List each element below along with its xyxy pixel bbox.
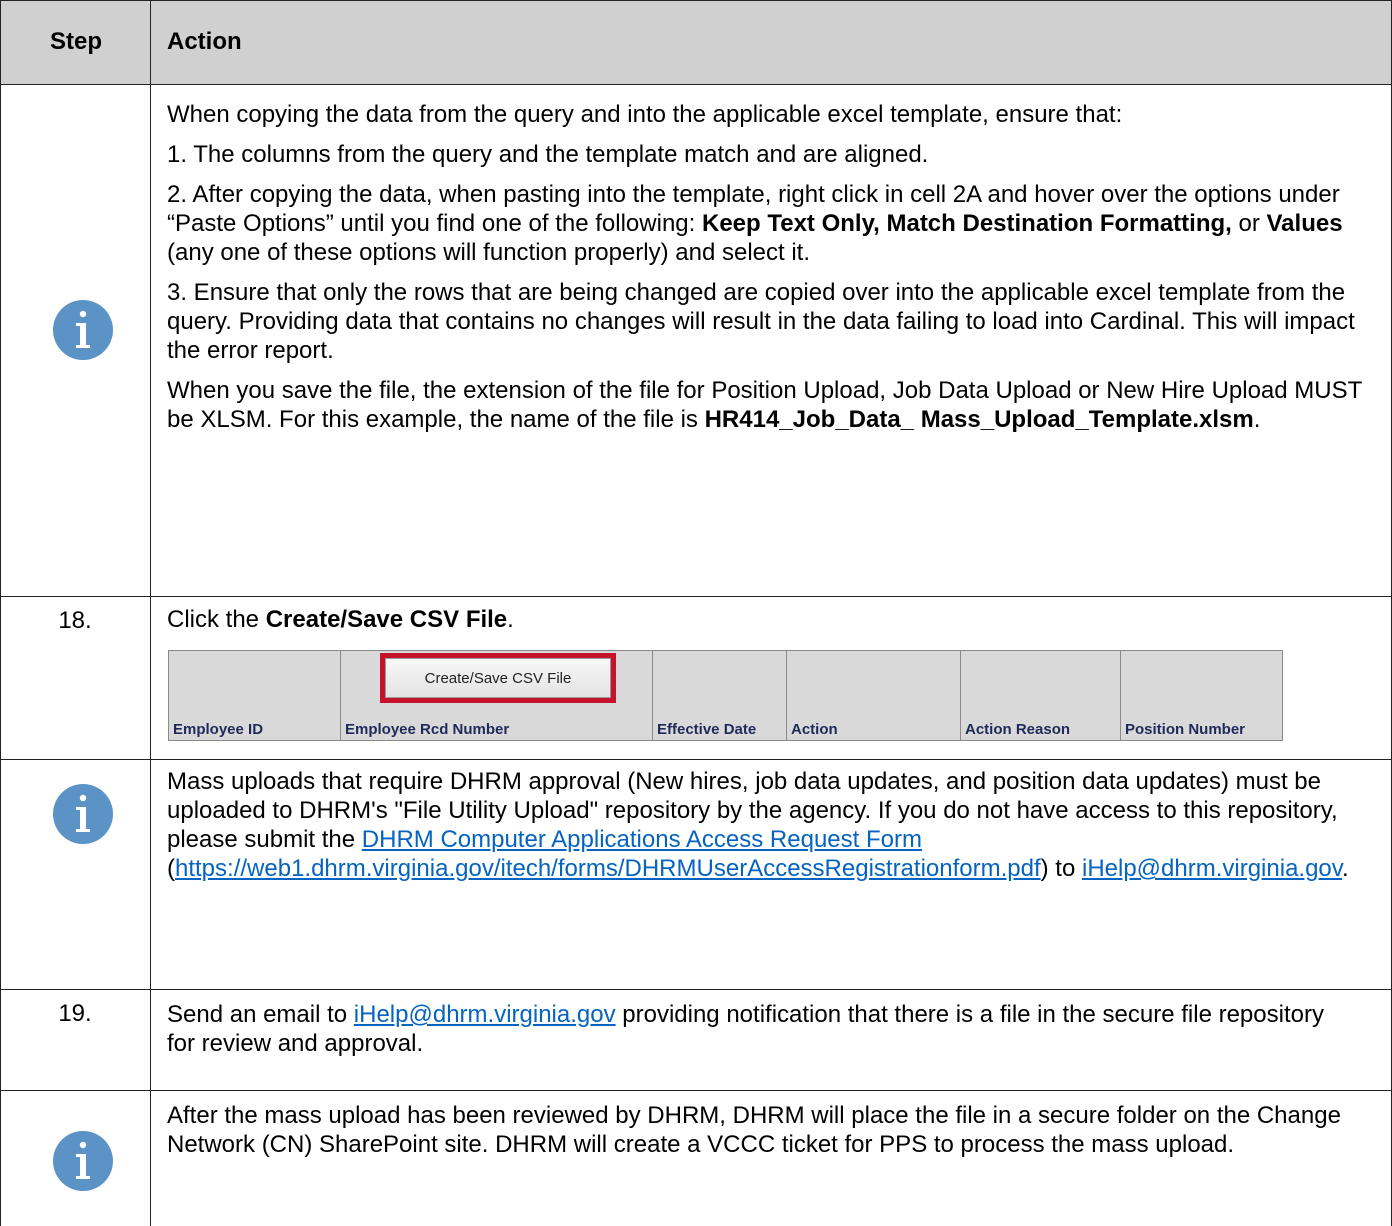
row3-action-text: Mass uploads that require DHRM approval … — [167, 768, 1349, 882]
sheet-column: Position Number — [1121, 651, 1282, 740]
sheet-column: Employee ID — [169, 651, 341, 740]
sheet-column-label: Employee Rcd Number — [345, 721, 510, 738]
spreadsheet-header-snippet: Employee ID Employee Rcd Number Effectiv… — [168, 650, 1283, 741]
info-icon — [52, 1130, 114, 1192]
row1-paragraph-4: 3. Ensure that only the rows that are be… — [167, 279, 1355, 364]
sheet-column-label: Action — [791, 721, 838, 738]
sheet-column: Action Reason — [961, 651, 1121, 740]
sheet-column-label: Employee ID — [173, 721, 264, 738]
row2-action-text: Click the Create/Save CSV File. — [167, 606, 514, 633]
row1-paragraph-3: 2. After copying the data, when pasting … — [167, 181, 1343, 266]
ihelp-email-link[interactable]: iHelp@dhrm.virginia.gov — [354, 1001, 616, 1028]
dhrm-form-url-link[interactable]: https://web1.dhrm.virginia.gov/itech/for… — [175, 855, 1041, 882]
sheet-column-label: Action Reason — [965, 721, 1071, 738]
info-icon — [52, 783, 114, 845]
sheet-column: Action — [787, 651, 961, 740]
row1-paragraph-5: When you save the file, the extension of… — [167, 377, 1362, 433]
step-number-19: 19. — [58, 1000, 92, 1027]
create-save-csv-button[interactable]: Create/Save CSV File — [385, 658, 611, 698]
step-number-18: 18. — [58, 607, 92, 634]
dhrm-access-form-link[interactable]: DHRM Computer Applications Access Reques… — [362, 826, 922, 853]
header-step: Step — [50, 28, 103, 55]
sheet-column-label: Effective Date — [657, 721, 757, 738]
ihelp-email-link[interactable]: iHelp@dhrm.virginia.gov — [1082, 855, 1342, 882]
row1-paragraph-2: 1. The columns from the query and the te… — [167, 141, 929, 168]
info-icon — [52, 299, 114, 361]
row1-paragraph-1: When copying the data from the query and… — [167, 101, 1123, 128]
row5-action-text: After the mass upload has been reviewed … — [167, 1102, 1341, 1158]
sheet-column: Effective Date — [653, 651, 787, 740]
row4-action-text: Send an email to iHelp@dhrm.virginia.gov… — [167, 1001, 1324, 1057]
sheet-column-label: Position Number — [1125, 721, 1246, 738]
row1-action-text: When copying the data from the query and… — [167, 100, 1382, 445]
procedure-table: Step Action When copying the data from t… — [0, 0, 1392, 1226]
csv-button-highlight: Create/Save CSV File — [380, 653, 616, 703]
header-action: Action — [167, 28, 242, 55]
